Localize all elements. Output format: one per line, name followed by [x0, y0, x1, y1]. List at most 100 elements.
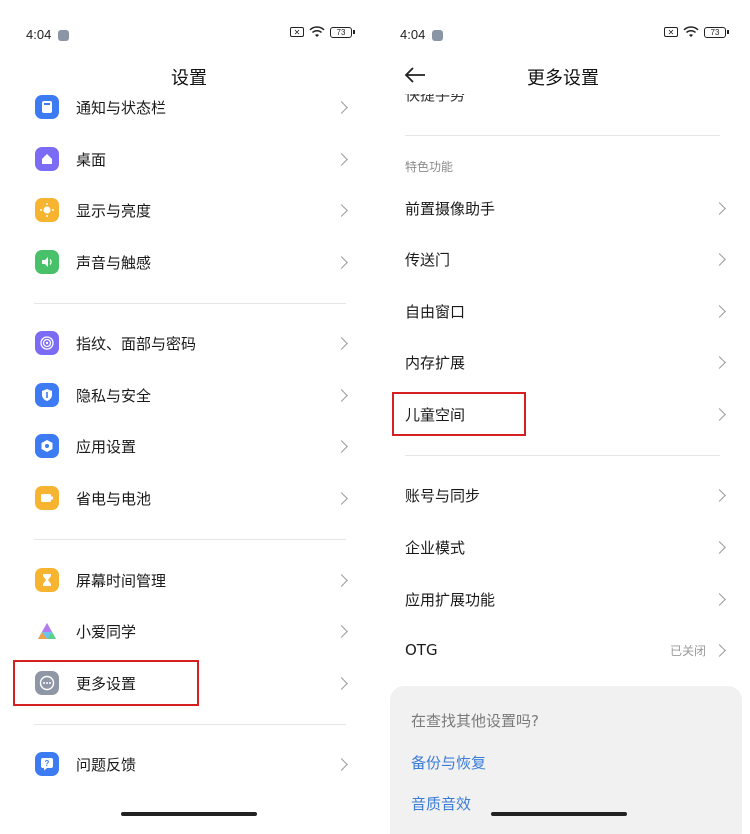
- home-indicator[interactable]: [491, 812, 627, 816]
- settings-item-label: 问题反馈: [76, 755, 137, 774]
- more-item-otg[interactable]: OTG 已关闭: [384, 625, 742, 675]
- settings-panel: 4:04 ✕ 73 设置 通知与状态栏 桌面 显示与亮度 声音与触感 指纹、面部…: [10, 0, 368, 834]
- settings-item-label: 屏幕时间管理: [76, 571, 167, 590]
- settings-item-label: 小爱同学: [76, 622, 137, 641]
- chevron-right-icon: [713, 488, 726, 502]
- settings-item-display[interactable]: 显示与亮度: [10, 185, 368, 235]
- settings-item-label: 传送门: [405, 250, 451, 269]
- chevron-right-icon: [713, 407, 726, 421]
- settings-item-app-settings[interactable]: 应用设置: [10, 421, 368, 471]
- chevron-right-icon: [335, 255, 348, 269]
- settings-item-battery[interactable]: 省电与电池: [10, 473, 368, 523]
- settings-item-notifications[interactable]: 通知与状态栏: [10, 82, 368, 132]
- chevron-right-icon: [335, 100, 348, 114]
- chevron-right-icon: [713, 355, 726, 369]
- suggestion-link-backup[interactable]: 备份与恢复: [411, 752, 486, 773]
- divider: [34, 724, 346, 725]
- more-settings-panel: 4:04 ✕ 73 更多设置 快捷手势 特色功能 前置摄像助手 传送门 自由窗口…: [384, 0, 742, 834]
- suggestion-question: 在查找其他设置吗?: [411, 712, 539, 730]
- settings-item-label: 应用扩展功能: [405, 590, 496, 609]
- chevron-right-icon: [335, 203, 348, 217]
- chevron-right-icon: [335, 624, 348, 638]
- xiaoai-icon: [35, 619, 59, 643]
- highlight-box-kids-space: [392, 392, 526, 436]
- settings-item-label: 企业模式: [405, 538, 466, 557]
- notification-dot-icon: [432, 30, 443, 41]
- divider: [405, 455, 720, 456]
- notification-dot-icon: [58, 30, 69, 41]
- more-item-memory-extension[interactable]: 内存扩展: [384, 337, 742, 387]
- battery-icon: 73: [704, 26, 729, 38]
- status-bar: 4:04 ✕ 73: [400, 26, 729, 46]
- settings-item-label: 账号与同步: [405, 486, 481, 505]
- settings-item-label: 显示与亮度: [76, 201, 152, 220]
- settings-item-screen-time[interactable]: 屏幕时间管理: [10, 555, 368, 605]
- section-label: 特色功能: [405, 160, 454, 174]
- chevron-right-icon: [335, 388, 348, 402]
- settings-item-label: 前置摄像助手: [405, 199, 496, 218]
- settings-item-label: 通知与状态栏: [76, 98, 167, 117]
- status-time: 4:04: [400, 27, 426, 42]
- highlight-box-more-settings: [13, 660, 199, 706]
- settings-item-label: 隐私与安全: [76, 386, 152, 405]
- settings-item-label: 自由窗口: [405, 302, 466, 321]
- divider: [34, 539, 346, 540]
- app-settings-icon: [35, 434, 59, 458]
- settings-item-label: 声音与触感: [76, 253, 152, 272]
- chevron-right-icon: [713, 592, 726, 606]
- shield-icon: [35, 383, 59, 407]
- settings-item-desktop[interactable]: 桌面: [10, 134, 368, 184]
- home-indicator[interactable]: [121, 812, 257, 816]
- chevron-right-icon: [335, 757, 348, 771]
- wifi-icon: [309, 26, 325, 37]
- chevron-right-icon: [713, 643, 726, 657]
- svg-text:?: ?: [45, 759, 50, 768]
- no-sim-icon: ✕: [290, 27, 304, 37]
- settings-item-label: 应用设置: [76, 437, 137, 456]
- hourglass-icon: [35, 568, 59, 592]
- settings-item-feedback[interactable]: ? 问题反馈: [10, 739, 368, 789]
- more-item-portal[interactable]: 传送门: [384, 234, 742, 284]
- status-bar: 4:04 ✕ 73: [26, 26, 355, 46]
- more-item-floating-window[interactable]: 自由窗口: [384, 286, 742, 336]
- more-item-enterprise-mode[interactable]: 企业模式: [384, 522, 742, 572]
- more-item-front-camera-assistant[interactable]: 前置摄像助手: [384, 183, 742, 233]
- settings-item-label: 桌面: [76, 150, 107, 169]
- settings-item-xiaoai[interactable]: 小爱同学: [10, 606, 368, 656]
- wifi-icon: [683, 26, 699, 37]
- battery-icon: [35, 486, 59, 510]
- chevron-right-icon: [335, 491, 348, 505]
- more-item-account-sync[interactable]: 账号与同步: [384, 470, 742, 520]
- divider: [34, 303, 346, 304]
- home-icon: [35, 147, 59, 171]
- settings-item-label: 内存扩展: [405, 353, 466, 372]
- no-sim-icon: ✕: [664, 27, 678, 37]
- sun-icon: [35, 198, 59, 222]
- settings-item-label: 指纹、面部与密码: [76, 334, 197, 353]
- chevron-right-icon: [335, 439, 348, 453]
- settings-item-privacy[interactable]: 隐私与安全: [10, 370, 368, 420]
- feedback-icon: ?: [35, 752, 59, 776]
- chevron-right-icon: [713, 540, 726, 554]
- status-time: 4:04: [26, 27, 52, 42]
- suggestion-link-audio[interactable]: 音质音效: [411, 793, 471, 814]
- chevron-right-icon: [713, 304, 726, 318]
- fingerprint-icon: [35, 331, 59, 355]
- settings-item-label: 省电与电池: [76, 489, 152, 508]
- chevron-right-icon: [335, 676, 348, 690]
- otg-status-value: 已关闭: [669, 643, 706, 658]
- more-item-app-extensions[interactable]: 应用扩展功能: [384, 574, 742, 624]
- settings-item-sound[interactable]: 声音与触感: [10, 237, 368, 287]
- settings-item-label: OTG: [405, 641, 438, 659]
- more-settings-header: 更多设置: [384, 60, 742, 90]
- speaker-icon: [35, 250, 59, 274]
- chevron-right-icon: [713, 252, 726, 266]
- page-title: 更多设置: [527, 68, 599, 89]
- notification-icon: [35, 95, 59, 119]
- divider: [405, 135, 720, 136]
- chevron-right-icon: [335, 336, 348, 350]
- chevron-right-icon: [335, 573, 348, 587]
- settings-item-fingerprint[interactable]: 指纹、面部与密码: [10, 318, 368, 368]
- chevron-right-icon: [335, 152, 348, 166]
- chevron-right-icon: [713, 201, 726, 215]
